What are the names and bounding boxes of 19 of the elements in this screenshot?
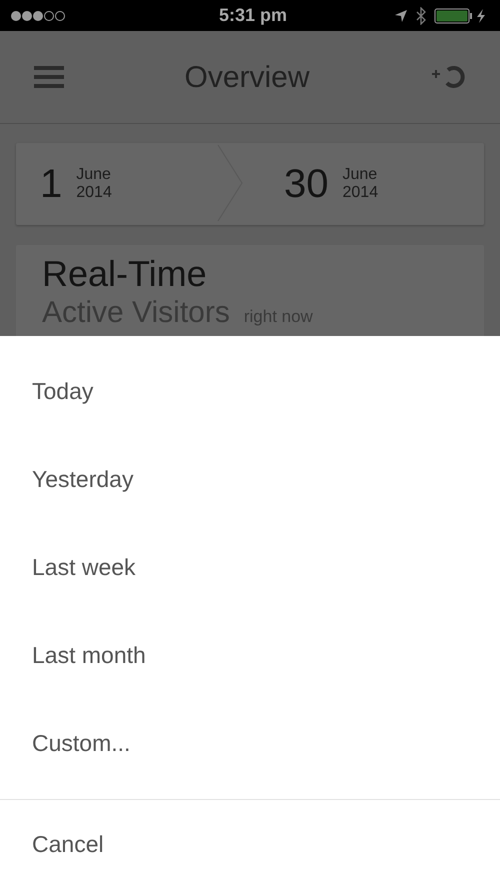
- sheet-option[interactable]: Last week: [0, 523, 500, 611]
- sheet-option[interactable]: Yesterday: [0, 435, 500, 523]
- sheet-option[interactable]: Custom...: [0, 699, 500, 787]
- card-title: Real-Time: [42, 253, 208, 295]
- year-label: 2014: [76, 184, 112, 202]
- sheet-option[interactable]: Last month: [0, 611, 500, 699]
- bluetooth-icon: [416, 6, 426, 24]
- add-segment-icon[interactable]: [430, 64, 466, 90]
- month-label: June: [342, 166, 378, 184]
- location-arrow-icon: [394, 8, 408, 22]
- month-label: June: [76, 166, 112, 184]
- year-label: 2014: [342, 184, 378, 202]
- screen-title: Overview: [184, 60, 310, 96]
- day-number: 1: [40, 164, 62, 204]
- sheet-option[interactable]: Today: [0, 347, 500, 435]
- status-time: 5:31 pm: [218, 4, 288, 27]
- day-number: 30: [284, 164, 328, 204]
- cancel-button[interactable]: Cancel: [0, 799, 500, 888]
- menu-icon[interactable]: [34, 65, 64, 89]
